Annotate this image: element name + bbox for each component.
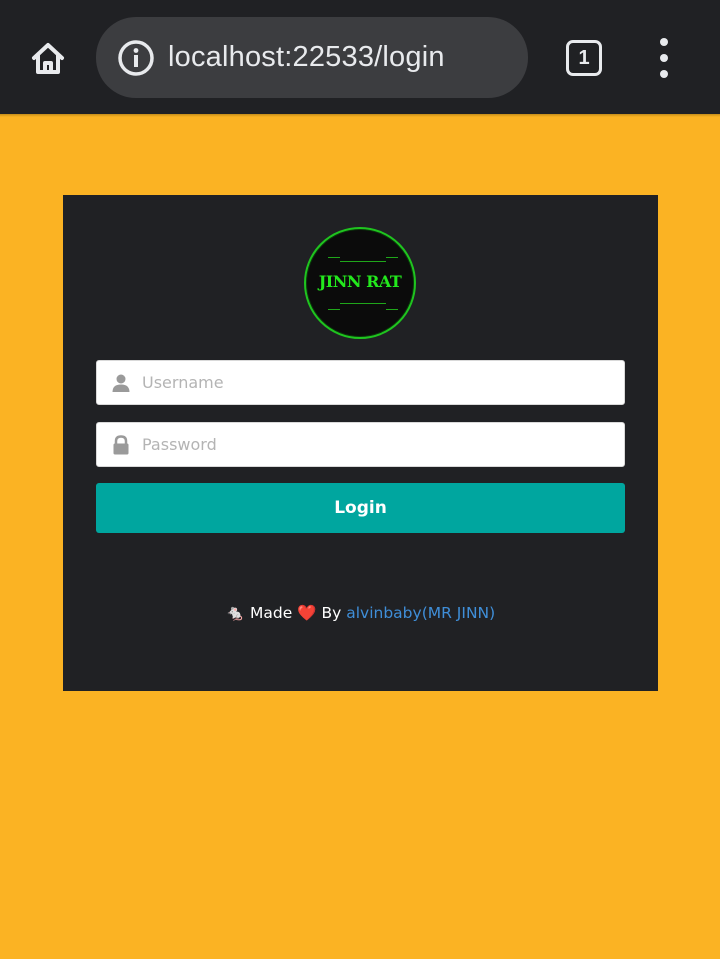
jinn-rat-logo: JINN RAT <box>304 227 416 339</box>
mouse-icon: 🐁 <box>225 604 246 622</box>
browser-toolbar: localhost:22533/login 1 <box>0 0 720 114</box>
menu-dot-icon <box>660 54 668 62</box>
tab-switcher-button[interactable]: 1 <box>566 40 602 76</box>
login-card: JINN RAT Login 🐁 Made ❤️ By alvinbaby(MR… <box>63 195 658 691</box>
footer-credit: 🐁 Made ❤️ By alvinbaby(MR JINN) <box>63 604 658 622</box>
home-icon <box>32 43 64 74</box>
menu-dot-icon <box>660 70 668 78</box>
toolbar-divider <box>0 114 720 117</box>
password-field[interactable] <box>96 422 625 467</box>
login-button[interactable]: Login <box>96 483 625 533</box>
logo-text: JINN RAT <box>318 272 402 291</box>
username-input[interactable] <box>142 361 612 404</box>
heart-icon: ❤️ <box>297 604 317 622</box>
overflow-menu-button[interactable] <box>648 38 680 78</box>
author-link[interactable]: alvinbaby(MR JINN) <box>346 604 495 622</box>
by-text: By <box>321 604 342 622</box>
url-text: localhost:22533/login <box>168 41 445 73</box>
lock-icon <box>113 435 129 455</box>
password-input[interactable] <box>142 423 612 466</box>
made-text: Made <box>250 604 293 622</box>
site-info-icon[interactable] <box>116 38 156 78</box>
user-icon <box>112 374 130 392</box>
username-field[interactable] <box>96 360 625 405</box>
home-button[interactable] <box>24 34 72 82</box>
menu-dot-icon <box>660 38 668 46</box>
address-bar[interactable]: localhost:22533/login <box>96 17 528 98</box>
